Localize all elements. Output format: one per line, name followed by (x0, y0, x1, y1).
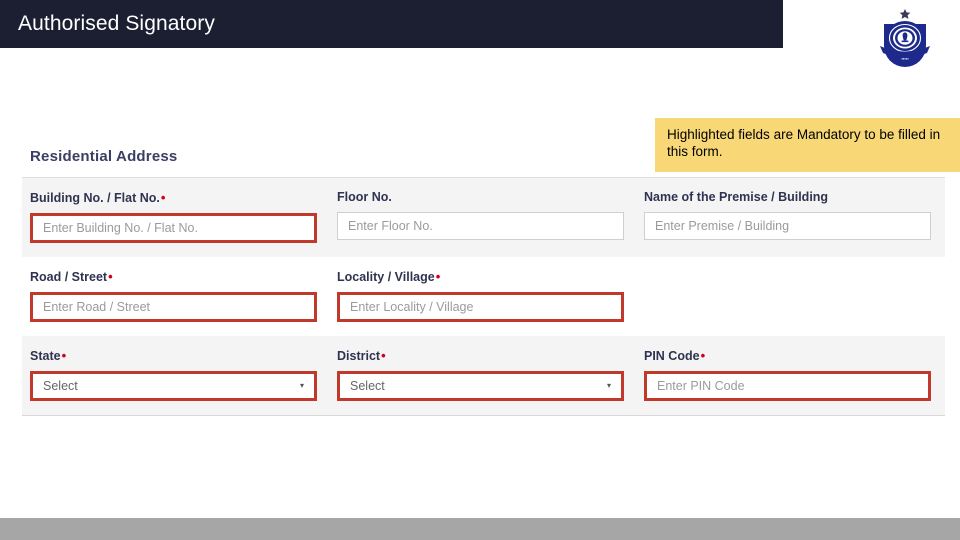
required-asterisk-icon: • (160, 190, 166, 205)
field-label: Locality / Village• (337, 269, 624, 284)
field-label: Building No. / Flat No.• (30, 190, 317, 205)
field-label: PIN Code• (644, 348, 931, 363)
floor-no-input[interactable]: Enter Floor No. (337, 212, 624, 240)
chevron-down-icon: ▾ (606, 381, 611, 390)
road-street-input[interactable]: Enter Road / Street (30, 292, 317, 322)
pin-code-input[interactable]: Enter PIN Code (644, 371, 931, 401)
field-district: District• Select ▾ (337, 348, 624, 401)
section-bottom-divider (22, 415, 945, 416)
field-floor-no: Floor No. Enter Floor No. (337, 190, 624, 243)
field-label: State• (30, 348, 317, 363)
placeholder-text: Enter Building No. / Flat No. (43, 221, 198, 235)
field-road-street: Road / Street• Enter Road / Street (30, 269, 317, 322)
building-no-input[interactable]: Enter Building No. / Flat No. (30, 213, 317, 243)
district-select[interactable]: Select ▾ (337, 371, 624, 401)
field-label-text: District (337, 349, 381, 363)
locality-village-input[interactable]: Enter Locality / Village (337, 292, 624, 322)
field-label: Name of the Premise / Building (644, 190, 829, 204)
section-title-residential-address: Residential Address (30, 148, 178, 165)
field-locality-village: Locality / Village• Enter Locality / Vil… (337, 269, 624, 322)
placeholder-text: Enter Road / Street (43, 300, 151, 314)
required-asterisk-icon: • (381, 348, 386, 363)
field-premise-building: Name of the Premise / Building Enter Pre… (644, 190, 931, 243)
field-empty-slot (644, 269, 931, 322)
residential-address-form: Residential Address Building No. / Flat … (22, 148, 945, 416)
required-asterisk-icon: • (435, 269, 441, 284)
footer-bar (0, 518, 960, 540)
field-label-text: Locality / Village (337, 270, 435, 284)
selected-value: Select (43, 379, 78, 393)
selected-value: Select (350, 379, 385, 393)
page-header: Authorised Signatory (0, 0, 783, 48)
government-emblem-icon: ••••• (872, 8, 938, 70)
required-asterisk-icon: • (108, 269, 113, 284)
chevron-down-icon: ▾ (299, 381, 304, 390)
premise-building-input[interactable]: Enter Premise / Building (644, 212, 931, 240)
placeholder-text: Enter Locality / Village (350, 300, 474, 314)
form-row: Road / Street• Enter Road / Street Local… (22, 257, 945, 336)
field-state: State• Select ▾ (30, 348, 317, 401)
field-label-text: PIN Code (644, 349, 700, 363)
field-building-no: Building No. / Flat No.• Enter Building … (30, 190, 317, 243)
form-row: Building No. / Flat No.• Enter Building … (22, 178, 945, 257)
required-asterisk-icon: • (700, 348, 706, 363)
state-select[interactable]: Select ▾ (30, 371, 317, 401)
placeholder-text: Enter Premise / Building (655, 219, 790, 233)
form-row: State• Select ▾ District• Select ▾ PIN C… (22, 336, 945, 415)
field-label: Road / Street• (30, 269, 317, 284)
placeholder-text: Enter Floor No. (348, 219, 433, 233)
placeholder-text: Enter PIN Code (657, 379, 745, 393)
field-label-text: Road / Street (30, 270, 108, 284)
field-label: Floor No. (337, 190, 392, 204)
field-label: District• (337, 348, 624, 363)
required-asterisk-icon: • (61, 348, 67, 363)
field-label-text: Building No. / Flat No. (30, 191, 160, 205)
page-title: Authorised Signatory (18, 12, 215, 35)
svg-text:•••••: ••••• (901, 57, 909, 62)
field-label-text: State (30, 349, 61, 363)
field-pin-code: PIN Code• Enter PIN Code (644, 348, 931, 401)
